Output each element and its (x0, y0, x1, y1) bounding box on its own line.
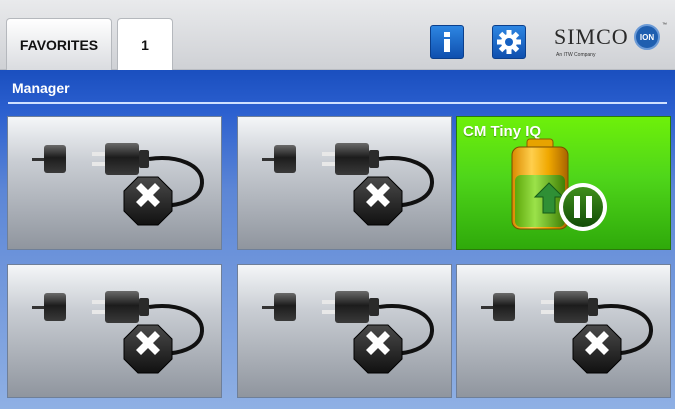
disconnected-icon (30, 141, 205, 227)
device-tile[interactable] (237, 116, 452, 250)
logo-trademark: ™ (662, 22, 667, 28)
info-button[interactable] (430, 25, 464, 59)
divider (8, 102, 667, 104)
disconnected-icon (260, 289, 435, 375)
device-tile-cm-tiny-iq[interactable]: CM Tiny IQ (456, 116, 671, 250)
logo-tagline: An ITW Company (556, 52, 596, 58)
tab-1[interactable]: 1 (117, 18, 173, 70)
app-frame: FAVORITES 1 SIMCO ION ™ An ITW Company M… (0, 0, 675, 409)
disconnected-icon (479, 289, 654, 375)
panel-title: Manager (12, 80, 70, 96)
top-bar: FAVORITES 1 SIMCO ION ™ An ITW Company (0, 0, 675, 70)
settings-button[interactable] (492, 25, 526, 59)
info-icon (444, 32, 450, 52)
device-tile[interactable] (7, 264, 222, 398)
device-tile[interactable] (7, 116, 222, 250)
battery-pause-icon (511, 138, 607, 231)
logo-badge: ION (634, 24, 660, 50)
disconnected-icon (30, 289, 205, 375)
tab-favorites[interactable]: FAVORITES (6, 18, 112, 70)
gear-icon (497, 30, 521, 54)
disconnected-icon (260, 141, 435, 227)
device-tile[interactable] (456, 264, 671, 398)
simco-ion-logo: SIMCO ION ™ An ITW Company (550, 22, 670, 64)
device-tile[interactable] (237, 264, 452, 398)
logo-brand: SIMCO (554, 24, 629, 49)
